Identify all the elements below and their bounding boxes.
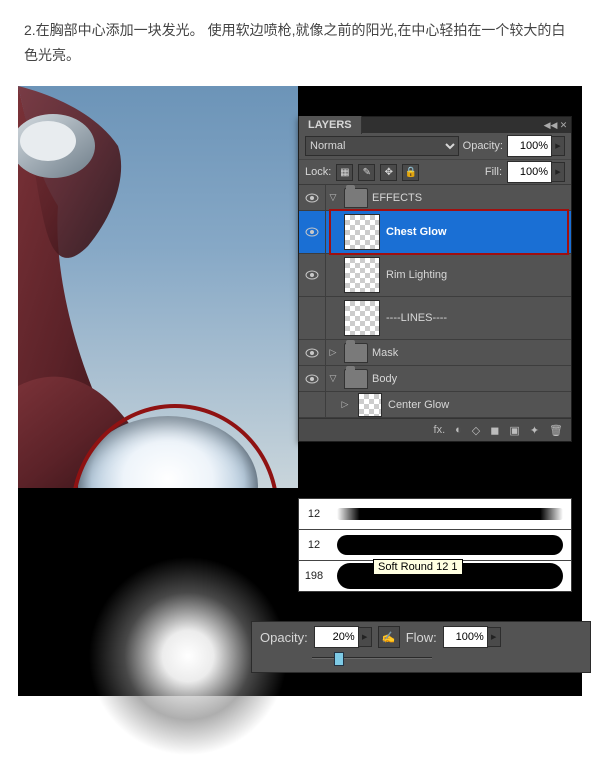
layer-label: Chest Glow — [386, 226, 447, 238]
lock-label: Lock: — [305, 166, 331, 178]
mask-icon[interactable]: ◐ — [455, 424, 462, 436]
layer-center-glow[interactable]: ▷ Center Glow — [299, 392, 571, 418]
layer-label: Body — [372, 373, 397, 385]
opacity-flyout-icon[interactable]: ▶ — [359, 627, 372, 647]
group-body[interactable]: ▽ Body — [299, 366, 571, 392]
disclosure-triangle-icon[interactable]: ▽ — [326, 373, 340, 384]
folder-icon — [344, 369, 368, 389]
minimize-icon[interactable]: ◀◀ — [545, 120, 556, 131]
layer-list: ▽ EFFECTS Chest Glow Rim Lighting — [299, 185, 571, 418]
new-layer-icon[interactable]: ▣ — [509, 424, 519, 437]
close-panel-icon[interactable]: ✕ — [558, 120, 569, 131]
adjustment-icon[interactable]: ◇ — [472, 424, 480, 437]
brush-size: 12 — [299, 508, 329, 520]
layer-thumbnail[interactable] — [358, 393, 382, 417]
fx-icon[interactable]: fx. — [434, 424, 446, 436]
layers-panel: LAYERS ◀◀ ✕ Normal Opacity: ▶ Lock: ▦ ✎ … — [298, 116, 572, 442]
visibility-toggle[interactable] — [299, 254, 326, 296]
folder-icon — [344, 188, 368, 208]
panel-tab-bar: LAYERS ◀◀ ✕ — [299, 117, 571, 133]
layer-thumbnail[interactable] — [344, 257, 380, 293]
folder-icon — [344, 343, 368, 363]
disclosure-triangle-icon[interactable]: ▽ — [326, 192, 340, 203]
screenshot-composite: LAYERS ◀◀ ✕ Normal Opacity: ▶ Lock: ▦ ✎ … — [18, 86, 582, 736]
lock-position-icon[interactable]: ✥ — [380, 164, 397, 181]
layer-label: Mask — [372, 347, 398, 359]
opacity-flyout-icon[interactable]: ▶ — [552, 136, 565, 156]
group-icon[interactable]: ◼ — [490, 424, 499, 437]
brush-opacity-label: Opacity: — [260, 630, 308, 645]
blend-mode-select[interactable]: Normal — [305, 136, 459, 156]
visibility-toggle[interactable] — [299, 297, 326, 339]
flow-input[interactable] — [443, 626, 488, 648]
visibility-toggle[interactable] — [299, 340, 326, 365]
disclosure-triangle-icon[interactable]: ▷ — [338, 399, 352, 410]
fill-input[interactable] — [507, 161, 552, 183]
layers-footer: fx. ◐ ◇ ◼ ▣ ✦ 🗑 — [299, 418, 571, 441]
layer-chest-glow[interactable]: Chest Glow — [299, 211, 571, 254]
brush-size: 198 — [299, 570, 329, 582]
lock-transparency-icon[interactable]: ▦ — [336, 164, 353, 181]
brush-options-bar: Opacity: ▶ ✍ Flow: ▶ — [251, 621, 591, 673]
lock-paint-icon[interactable]: ✎ — [358, 164, 375, 181]
layer-opacity-input[interactable] — [507, 135, 552, 157]
layer-thumbnail[interactable] — [344, 214, 380, 250]
flow-flyout-icon[interactable]: ▶ — [488, 627, 501, 647]
layer-lines[interactable]: ----LINES---- — [299, 297, 571, 340]
opacity-label: Opacity: — [463, 140, 503, 152]
disclosure-triangle-icon[interactable]: ▷ — [326, 347, 340, 358]
group-mask[interactable]: ▷ Mask — [299, 340, 571, 366]
visibility-toggle[interactable] — [299, 211, 326, 253]
flow-label: Flow: — [406, 630, 437, 645]
layer-label: Center Glow — [388, 399, 449, 411]
layer-thumbnail[interactable] — [344, 300, 380, 336]
layer-rim-lighting[interactable]: Rim Lighting — [299, 254, 571, 297]
brush-size: 12 — [299, 539, 329, 551]
visibility-toggle[interactable] — [299, 392, 326, 417]
opacity-slider[interactable] — [260, 651, 582, 665]
link-icon[interactable]: ✦ — [530, 424, 539, 437]
trash-icon[interactable]: 🗑 — [549, 424, 563, 437]
brush-row[interactable]: 12 — [299, 530, 571, 561]
instruction-text: 2.在胸部中心添加一块发光。 使用软边喷枪,就像之前的阳光,在中心轻拍在一个较大… — [0, 0, 600, 86]
brush-stroke-preview — [337, 535, 563, 555]
fill-flyout-icon[interactable]: ▶ — [552, 162, 565, 182]
brush-preset-list: 12 12 198 Soft Round 12 1 — [298, 498, 572, 592]
fill-label: Fill: — [485, 166, 502, 178]
brush-stroke-preview — [337, 508, 563, 520]
brush-row[interactable]: 12 — [299, 499, 571, 530]
visibility-toggle[interactable] — [299, 366, 326, 391]
brush-tooltip: Soft Round 12 1 — [373, 559, 463, 575]
layer-label: Rim Lighting — [386, 269, 447, 281]
layer-label: ----LINES---- — [386, 312, 447, 324]
layers-tab[interactable]: LAYERS — [299, 116, 362, 134]
visibility-toggle[interactable] — [299, 185, 326, 210]
slider-thumb[interactable] — [334, 652, 344, 666]
group-effects[interactable]: ▽ EFFECTS — [299, 185, 571, 211]
layer-label: EFFECTS — [372, 192, 422, 204]
airbrush-icon[interactable]: ✍ — [378, 626, 400, 648]
lock-all-icon[interactable]: 🔒 — [402, 164, 419, 181]
brush-opacity-input[interactable] — [314, 626, 359, 648]
